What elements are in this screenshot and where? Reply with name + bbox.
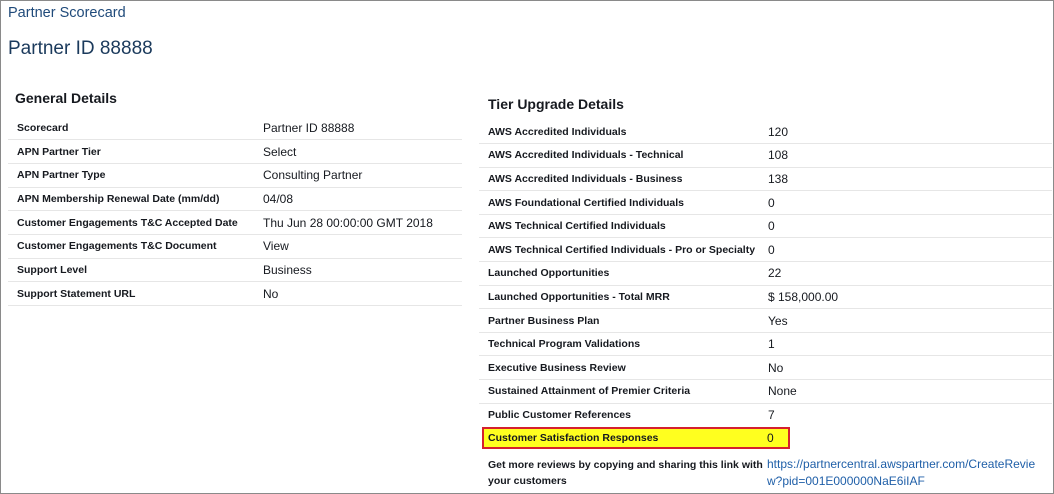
row-label: AWS Accredited Individuals - Technical [479,143,759,168]
row-value: None [759,379,1052,404]
row-label: Executive Business Review [479,355,759,381]
tier-row: Launched Opportunities 22 [479,261,1052,286]
tier-row: AWS Accredited Individuals - Business 13… [479,167,1052,192]
general-row-scorecard: Scorecard Partner ID 88888 [8,116,462,141]
page-title: Partner ID 88888 [8,38,153,59]
row-label: Customer Engagements T&C Accepted Date [8,210,254,235]
row-label: Scorecard [8,116,254,141]
tier-upgrade-table: AWS Accredited Individuals 120 AWS Accre… [479,120,1052,427]
row-value: 108 [759,143,1052,168]
row-value: Business [254,258,462,283]
row-value: 1 [759,332,1052,357]
general-details-table: Scorecard Partner ID 88888 APN Partner T… [8,116,462,306]
row-value: 0 [759,190,1052,215]
row-label: AWS Accredited Individuals - Business [479,167,759,192]
row-value: 7 [768,408,775,423]
row-label: AWS Accredited Individuals [479,120,759,145]
row-value: Yes [759,308,1052,333]
row-value: Partner ID 88888 [254,116,462,141]
tier-row: Executive Business Review No [479,355,1052,381]
review-link-label: Get more reviews by copying and sharing … [488,459,763,487]
breadcrumb-partner-scorecard[interactable]: Partner Scorecard [8,5,126,21]
tier-row: Sustained Attainment of Premier Criteria… [479,379,1052,404]
general-row-tc-accepted-date: Customer Engagements T&C Accepted Date T… [8,210,462,235]
row-label: Technical Program Validations [479,332,759,357]
row-label: APN Partner Tier [8,139,254,164]
row-label: Customer Engagements T&C Document [8,234,254,259]
row-value: Consulting Partner [254,163,462,188]
row-label: Support Statement URL [8,281,254,306]
row-label: AWS Foundational Certified Individuals [479,190,759,215]
view-document-link[interactable]: View [263,239,289,253]
general-row-support-level: Support Level Business [8,258,462,283]
row-label: Launched Opportunities [479,261,759,286]
row-value: No [254,281,462,306]
row-value: $ 158,000.00 [759,285,1052,310]
tier-row: Launched Opportunities - Total MRR $ 158… [479,285,1052,310]
tier-row: AWS Foundational Certified Individuals 0 [479,190,1052,215]
create-review-link[interactable]: https://partnercentral.awspartner.com/Cr… [767,456,1047,490]
customer-satisfaction-value: 0 [767,431,774,445]
row-value: 120 [759,120,1052,145]
general-row-apn-partner-tier: APN Partner Tier Select [8,139,462,164]
row-value: Thu Jun 28 00:00:00 GMT 2018 [254,210,462,235]
tier-row: AWS Accredited Individuals 120 [479,120,1052,145]
row-value: 04/08 [254,187,462,212]
row-value: 0 [759,214,1052,239]
general-details-title: General Details [15,90,117,106]
general-row-renewal-date: APN Membership Renewal Date (mm/dd) 04/0… [8,187,462,212]
row-label: APN Membership Renewal Date (mm/dd) [8,187,254,212]
row-value: Select [254,139,462,164]
row-label: AWS Technical Certified Individuals - Pr… [479,237,759,263]
tier-upgrade-details-title: Tier Upgrade Details [488,96,624,112]
general-row-apn-partner-type: APN Partner Type Consulting Partner [8,163,462,188]
row-label: Partner Business Plan [479,308,759,333]
row-label: Sustained Attainment of Premier Criteria [479,379,759,404]
row-value: 22 [759,261,1052,286]
row-label: Support Level [8,258,254,283]
row-value: No [759,355,1052,381]
row-value: View [254,234,462,259]
general-row-support-statement-url: Support Statement URL No [8,281,462,306]
row-value: 0 [759,237,1052,263]
tier-row: Technical Program Validations 1 [479,332,1052,357]
row-value: 138 [759,167,1052,192]
row-label: Public Customer References [488,409,631,422]
customer-satisfaction-label: Customer Satisfaction Responses [488,432,659,444]
row-label: AWS Technical Certified Individuals [479,214,759,239]
general-row-tc-document: Customer Engagements T&C Document View [8,234,462,259]
tier-row: AWS Technical Certified Individuals 0 [479,214,1052,239]
tier-row: Public Customer References 7 [479,403,1052,427]
tier-row: Partner Business Plan Yes [479,308,1052,333]
tier-row: AWS Accredited Individuals - Technical 1… [479,143,1052,168]
row-label: Launched Opportunities - Total MRR [479,285,759,310]
tier-row: AWS Technical Certified Individuals - Pr… [479,237,1052,263]
row-label: APN Partner Type [8,163,254,188]
